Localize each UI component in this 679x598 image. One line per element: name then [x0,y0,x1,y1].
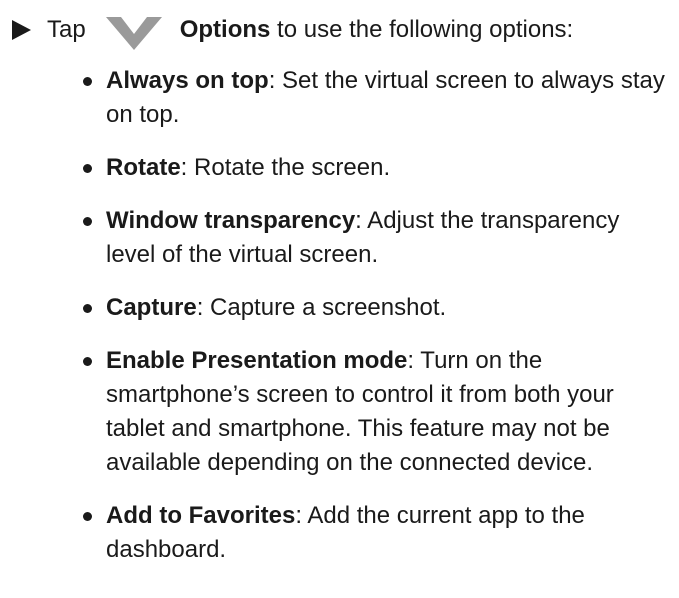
list-item-always-on-top: Always on top: Set the virtual screen to… [80,64,670,132]
chevron-down-icon [98,8,170,52]
option-term: Add to Favorites [106,502,296,529]
instruction-line: Tap Options to use the following options… [12,8,573,52]
play-arrow-icon [12,20,31,40]
list-item-capture: Capture: Capture a screenshot. [80,291,670,325]
bullet-icon [83,357,92,366]
option-term: Enable Presentation mode [106,347,408,374]
option-term: Rotate [106,154,181,181]
list-item-window-transparency: Window transparency: Adjust the transpar… [80,204,670,272]
bullet-icon [83,217,92,226]
bullet-icon [83,77,92,86]
options-list: Always on top: Set the virtual screen to… [80,64,670,586]
option-term: Capture [106,294,197,321]
bullet-icon [83,164,92,173]
intro-suffix: to use the following options: [277,16,574,43]
option-description: : Rotate the screen. [180,154,391,181]
intro-prefix: Tap [47,16,86,43]
list-item-enable-presentation-mode: Enable Presentation mode: Turn on the sm… [80,344,670,480]
bullet-icon [83,512,92,521]
option-term: Always on top [106,67,269,94]
list-item-rotate: Rotate: Rotate the screen. [80,151,670,185]
option-term: Window transparency [106,207,356,234]
bullet-icon [83,304,92,313]
options-label: Options [179,16,271,43]
option-description: : Capture a screenshot. [196,294,447,321]
list-item-add-to-favorites: Add to Favorites: Add the current app to… [80,499,670,567]
